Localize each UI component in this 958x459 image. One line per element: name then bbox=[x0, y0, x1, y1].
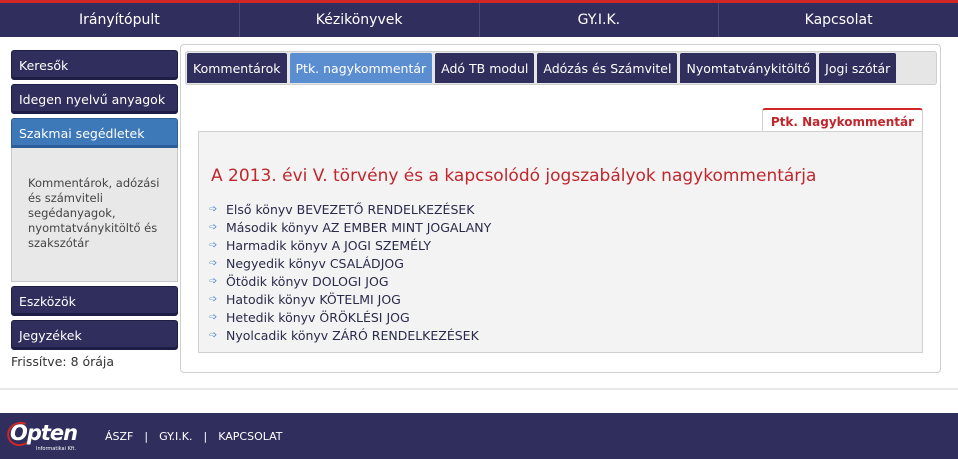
sidebar-item-search[interactable]: Keresők bbox=[11, 50, 178, 80]
book-link-label: Második könyv AZ EMBER MINT JOGALANY bbox=[226, 219, 492, 235]
top-nav: Irányítópult Kézikönyvek GY.I.K. Kapcsol… bbox=[0, 0, 958, 37]
sidebar-panel-description: Kommentárok, adózási és számviteli segéd… bbox=[11, 148, 178, 282]
arrow-right-icon: ➩ bbox=[209, 239, 218, 251]
content-box: A 2013. évi V. törvény és a kapcsolódó j… bbox=[198, 131, 923, 353]
nav-item-faq[interactable]: GY.I.K. bbox=[480, 3, 720, 37]
book-link-label: Hatodik könyv KÖTELMI JOG bbox=[226, 291, 401, 307]
footer-separator: | bbox=[203, 429, 208, 443]
book-link-label: Hetedik könyv ÖRÖKLÉSI JOG bbox=[226, 309, 410, 325]
book-link-label: Első könyv BEVEZETŐ RENDELKEZÉSEK bbox=[226, 201, 475, 217]
book-link-4[interactable]: ➩ Negyedik könyv CSALÁDJOG bbox=[209, 254, 491, 272]
opten-logo[interactable]: Opten Informatikai Kft. bbox=[3, 418, 80, 453]
logo-subtext: Informatikai Kft. bbox=[36, 446, 77, 452]
content-section-tab: Ptk. Nagykommentár bbox=[761, 108, 923, 133]
tab-ptk-commentary[interactable]: Ptk. nagykommentár bbox=[289, 53, 433, 83]
book-link-5[interactable]: ➩ Ötödik könyv DOLOGI JOG bbox=[209, 272, 491, 290]
arrow-right-icon: ➩ bbox=[209, 311, 218, 323]
footer-link-faq[interactable]: GY.I.K. bbox=[159, 430, 192, 443]
nav-item-contact[interactable]: Kapcsolat bbox=[719, 3, 958, 37]
book-link-3[interactable]: ➩ Harmadik könyv A JOGI SZEMÉLY bbox=[209, 236, 491, 254]
nav-item-dashboard[interactable]: Irányítópult bbox=[0, 3, 240, 37]
logo-text: Opten bbox=[10, 421, 78, 445]
book-link-1[interactable]: ➩ Első könyv BEVEZETŐ RENDELKEZÉSEK bbox=[209, 200, 491, 218]
footer-divider bbox=[0, 388, 958, 390]
book-link-7[interactable]: ➩ Hetedik könyv ÖRÖKLÉSI JOG bbox=[209, 308, 491, 326]
arrow-right-icon: ➩ bbox=[209, 293, 218, 305]
book-link-8[interactable]: ➩ Nyolcadik könyv ZÁRÓ RENDELKEZÉSEK bbox=[209, 326, 491, 344]
book-link-label: Negyedik könyv CSALÁDJOG bbox=[226, 255, 404, 271]
book-link-2[interactable]: ➩ Második könyv AZ EMBER MINT JOGALANY bbox=[209, 218, 491, 236]
tab-legal-dictionary[interactable]: Jogi szótár bbox=[819, 53, 897, 83]
arrow-right-icon: ➩ bbox=[209, 257, 218, 269]
nav-item-handbooks[interactable]: Kézikönyvek bbox=[240, 3, 480, 37]
sidebar-item-professional-aids[interactable]: Szakmai segédletek bbox=[11, 118, 178, 148]
arrow-right-icon: ➩ bbox=[209, 203, 218, 215]
tab-tax-tb-module[interactable]: Adó TB modul bbox=[435, 53, 535, 83]
book-link-label: Nyolcadik könyv ZÁRÓ RENDELKEZÉSEK bbox=[226, 327, 479, 343]
footer-separator: | bbox=[144, 429, 149, 443]
book-link-label: Ötödik könyv DOLOGI JOG bbox=[226, 273, 389, 289]
updated-status: Frissítve: 8 órája bbox=[11, 354, 115, 369]
arrow-right-icon: ➩ bbox=[209, 275, 218, 287]
book-link-label: Harmadik könyv A JOGI SZEMÉLY bbox=[226, 237, 431, 253]
tab-tax-accounting[interactable]: Adózás és Számvitel bbox=[537, 53, 678, 83]
page-title: A 2013. évi V. törvény és a kapcsolódó j… bbox=[211, 166, 817, 186]
book-link-6[interactable]: ➩ Hatodik könyv KÖTELMI JOG bbox=[209, 290, 491, 308]
tab-bar: Kommentárok Ptk. nagykommentár Adó TB mo… bbox=[185, 51, 937, 85]
sidebar-item-tools[interactable]: Eszközök bbox=[11, 286, 178, 316]
arrow-right-icon: ➩ bbox=[209, 221, 218, 233]
footer-links: ÁSZF | GY.I.K. | KAPCSOLAT bbox=[105, 430, 283, 443]
arrow-right-icon: ➩ bbox=[209, 329, 218, 341]
book-list: ➩ Első könyv BEVEZETŐ RENDELKEZÉSEK ➩ Máso… bbox=[209, 200, 491, 344]
main-panel: Kommentárok Ptk. nagykommentár Adó TB mo… bbox=[180, 44, 941, 373]
sidebar-item-registers[interactable]: Jegyzékek bbox=[11, 320, 178, 350]
footer-link-contact[interactable]: KAPCSOLAT bbox=[218, 430, 282, 443]
sidebar-item-foreign-materials[interactable]: Idegen nyelvű anyagok bbox=[11, 84, 178, 114]
footer-link-terms[interactable]: ÁSZF bbox=[105, 430, 133, 443]
tab-commentaries[interactable]: Kommentárok bbox=[187, 53, 287, 83]
sidebar: Keresők Idegen nyelvű anyagok Szakmai se… bbox=[11, 50, 178, 369]
footer: Opten Informatikai Kft. ÁSZF | GY.I.K. |… bbox=[0, 413, 958, 459]
tab-form-filler[interactable]: Nyomtatványkitöltő bbox=[680, 53, 817, 83]
